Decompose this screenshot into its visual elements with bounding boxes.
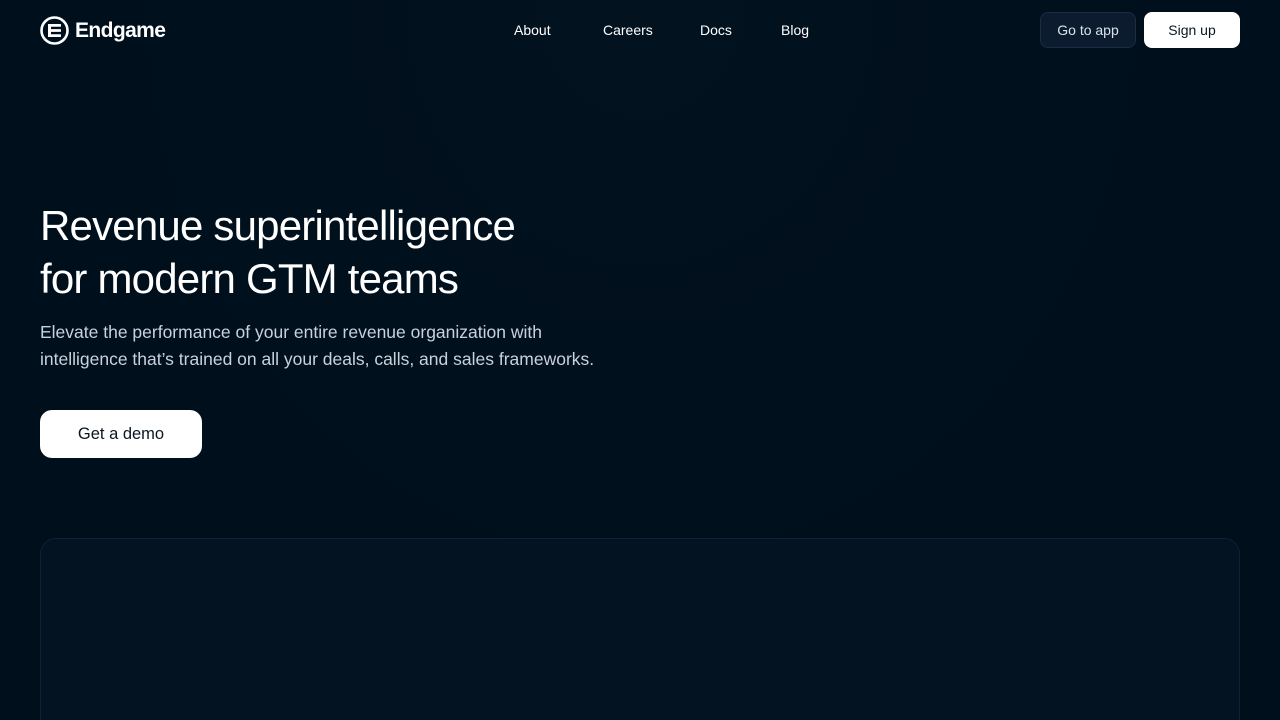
- hero-subtitle-line: intelligence that’s trained on all your …: [40, 349, 595, 369]
- product-preview-panel: [40, 538, 1240, 720]
- hero-title: Revenue superintelligence for modern GTM…: [40, 199, 680, 305]
- sign-up-button[interactable]: Sign up: [1144, 12, 1240, 48]
- nav-link-docs[interactable]: Docs: [700, 18, 732, 42]
- hero-subtitle-line: Elevate the performance of your entire r…: [40, 322, 542, 342]
- hero-title-line: for modern GTM teams: [40, 255, 459, 302]
- hero-title-line: Revenue superintelligence: [40, 202, 516, 249]
- nav-link-about[interactable]: About: [514, 18, 551, 42]
- go-to-app-button[interactable]: Go to app: [1040, 12, 1136, 48]
- brand-name: Endgame: [75, 18, 166, 42]
- hero-subtitle: Elevate the performance of your entire r…: [40, 319, 660, 373]
- landing-page: Endgame About Careers Docs Blog Go to ap…: [0, 0, 1280, 720]
- get-demo-button[interactable]: Get a demo: [40, 410, 202, 458]
- nav-link-careers[interactable]: Careers: [603, 18, 653, 42]
- brand-logo-link[interactable]: Endgame: [40, 16, 166, 45]
- nav-link-blog[interactable]: Blog: [781, 18, 809, 42]
- site-header: Endgame About Careers Docs Blog Go to ap…: [0, 0, 1280, 60]
- endgame-logo-icon: [40, 16, 69, 45]
